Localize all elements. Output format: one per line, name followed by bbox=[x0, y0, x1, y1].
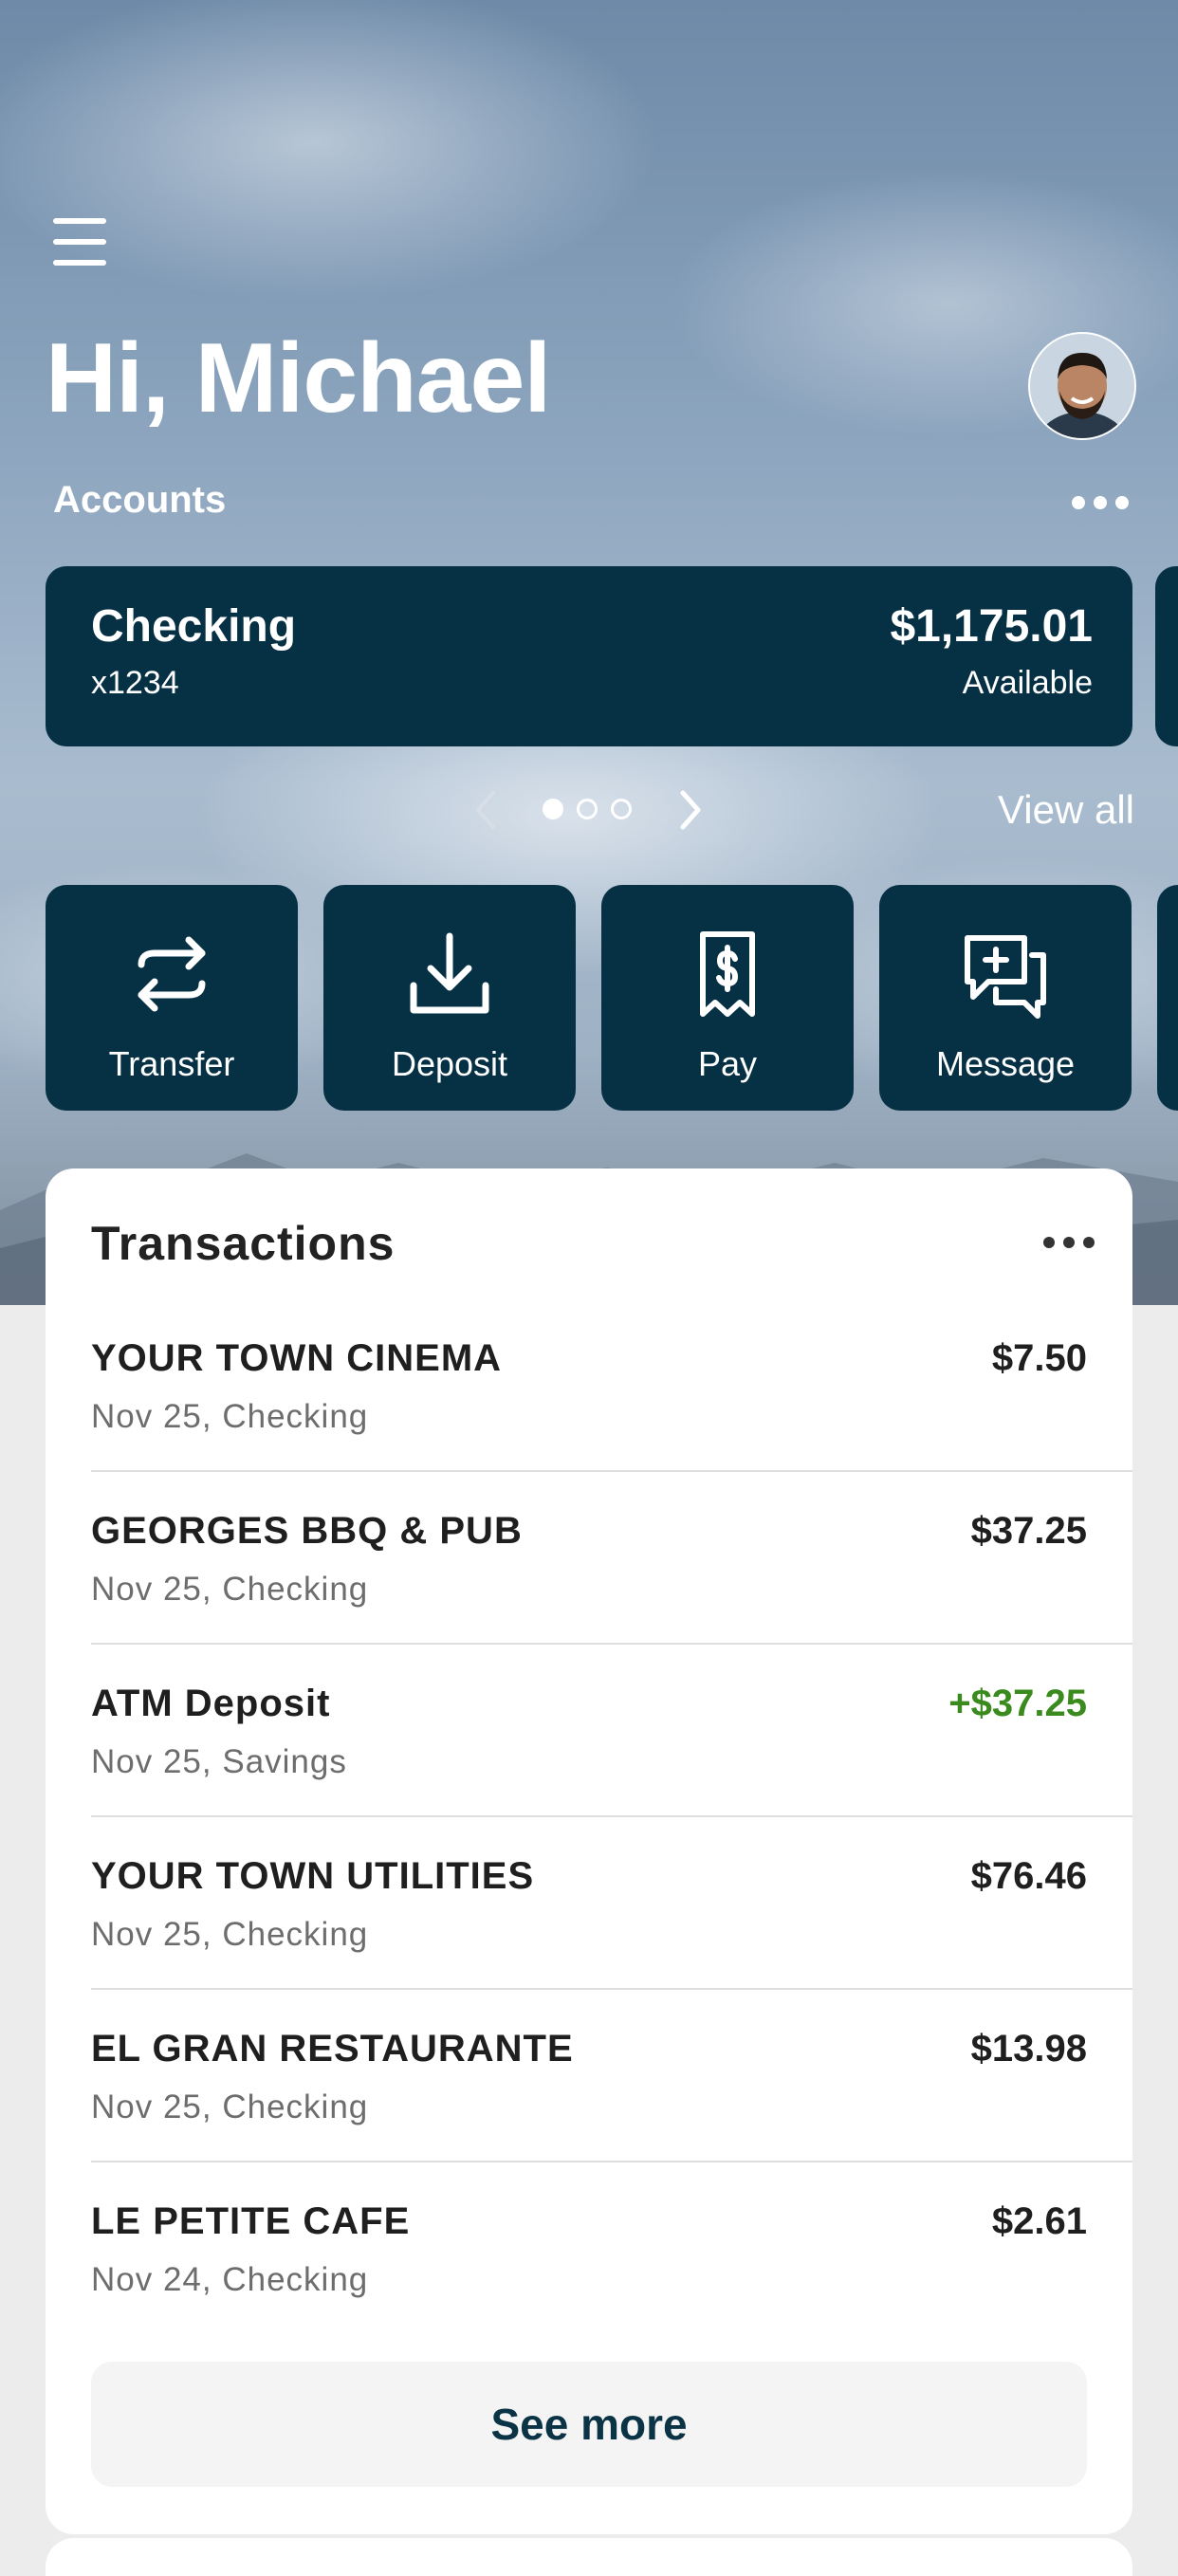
transaction-row[interactable]: LE PETITE CAFE Nov 24, Checking $2.61 bbox=[91, 2162, 1132, 2333]
transaction-name: GEORGES BBQ & PUB bbox=[91, 1510, 523, 1552]
transaction-details: Nov 25, Checking bbox=[91, 2088, 369, 2125]
next-section-card-edge bbox=[46, 2538, 1132, 2576]
deposit-label: Deposit bbox=[391, 1044, 508, 1083]
deposit-button[interactable]: Deposit bbox=[323, 885, 576, 1111]
quick-actions: Transfer Deposit Pay Message bbox=[46, 885, 1132, 1111]
transaction-amount: $37.25 bbox=[970, 1510, 1087, 1552]
carousel-pagination bbox=[543, 799, 632, 819]
chevron-right-icon[interactable] bbox=[673, 787, 708, 833]
transaction-row[interactable]: YOUR TOWN UTILITIES Nov 25, Checking $76… bbox=[91, 1817, 1132, 1990]
message-button[interactable]: Message bbox=[879, 885, 1132, 1111]
accounts-section-label: Accounts bbox=[53, 479, 227, 521]
transactions-more-icon[interactable] bbox=[1043, 1233, 1095, 1252]
account-name: Checking bbox=[91, 601, 297, 652]
transaction-name: LE PETITE CAFE bbox=[91, 2200, 411, 2242]
avatar-portrait-icon bbox=[1030, 334, 1134, 438]
transaction-name: YOUR TOWN UTILITIES bbox=[91, 1855, 535, 1897]
transaction-amount: $13.98 bbox=[970, 2028, 1087, 2070]
accounts-more-icon[interactable] bbox=[1072, 486, 1129, 520]
account-number: x1234 bbox=[91, 665, 179, 701]
message-icon bbox=[965, 935, 1046, 1019]
account-balance-label: Available bbox=[962, 665, 1093, 701]
deposit-icon bbox=[410, 932, 489, 1014]
menu-icon[interactable] bbox=[53, 218, 106, 266]
transaction-details: Nov 25, Checking bbox=[91, 1571, 369, 1608]
transaction-name: EL GRAN RESTAURANTE bbox=[91, 2028, 574, 2070]
profile-avatar[interactable] bbox=[1028, 332, 1136, 440]
transactions-list: YOUR TOWN CINEMA Nov 25, Checking $7.50 … bbox=[91, 1299, 1132, 2333]
chevron-left-icon[interactable] bbox=[469, 787, 503, 833]
pay-button[interactable]: Pay bbox=[601, 885, 854, 1111]
carousel-dot-2[interactable] bbox=[577, 799, 598, 819]
view-all-link[interactable]: View all bbox=[998, 787, 1134, 833]
transaction-details: Nov 25, Checking bbox=[91, 1916, 369, 1953]
transactions-title: Transactions bbox=[91, 1217, 396, 1270]
see-more-button[interactable]: See more bbox=[91, 2362, 1087, 2487]
transfer-label: Transfer bbox=[108, 1044, 235, 1083]
account-card-next-peek[interactable] bbox=[1155, 566, 1178, 746]
greeting-title: Hi, Michael bbox=[46, 323, 551, 433]
carousel-dot-3[interactable] bbox=[611, 799, 632, 819]
pay-label: Pay bbox=[697, 1044, 758, 1083]
transaction-amount: $76.46 bbox=[970, 1855, 1087, 1897]
transaction-details: Nov 25, Checking bbox=[91, 1398, 369, 1435]
transaction-details: Nov 25, Savings bbox=[91, 1743, 347, 1780]
transaction-amount: +$37.25 bbox=[948, 1683, 1087, 1724]
transfer-button[interactable]: Transfer bbox=[46, 885, 298, 1111]
transaction-name: ATM Deposit bbox=[91, 1683, 331, 1724]
transaction-amount: $7.50 bbox=[991, 1337, 1087, 1379]
transaction-row[interactable]: ATM Deposit Nov 25, Savings +$37.25 bbox=[91, 1645, 1132, 1817]
transactions-card: Transactions YOUR TOWN CINEMA Nov 25, Ch… bbox=[46, 1168, 1132, 2534]
pay-bill-icon bbox=[700, 931, 755, 1017]
transaction-name: YOUR TOWN CINEMA bbox=[91, 1337, 503, 1379]
carousel-dot-1[interactable] bbox=[543, 799, 563, 819]
transaction-row[interactable]: EL GRAN RESTAURANTE Nov 25, Checking $13… bbox=[91, 1990, 1132, 2162]
transfer-icon bbox=[138, 936, 206, 1012]
account-balance: $1,175.01 bbox=[890, 601, 1093, 652]
account-card-checking[interactable]: Checking x1234 $1,175.01 Available bbox=[46, 566, 1132, 746]
message-label: Message bbox=[935, 1044, 1076, 1083]
transaction-row[interactable]: YOUR TOWN CINEMA Nov 25, Checking $7.50 bbox=[91, 1299, 1132, 1472]
transaction-row[interactable]: GEORGES BBQ & PUB Nov 25, Checking $37.2… bbox=[91, 1472, 1132, 1645]
transaction-amount: $2.61 bbox=[991, 2200, 1087, 2242]
transaction-details: Nov 24, Checking bbox=[91, 2261, 369, 2298]
action-next-peek[interactable] bbox=[1157, 885, 1178, 1111]
